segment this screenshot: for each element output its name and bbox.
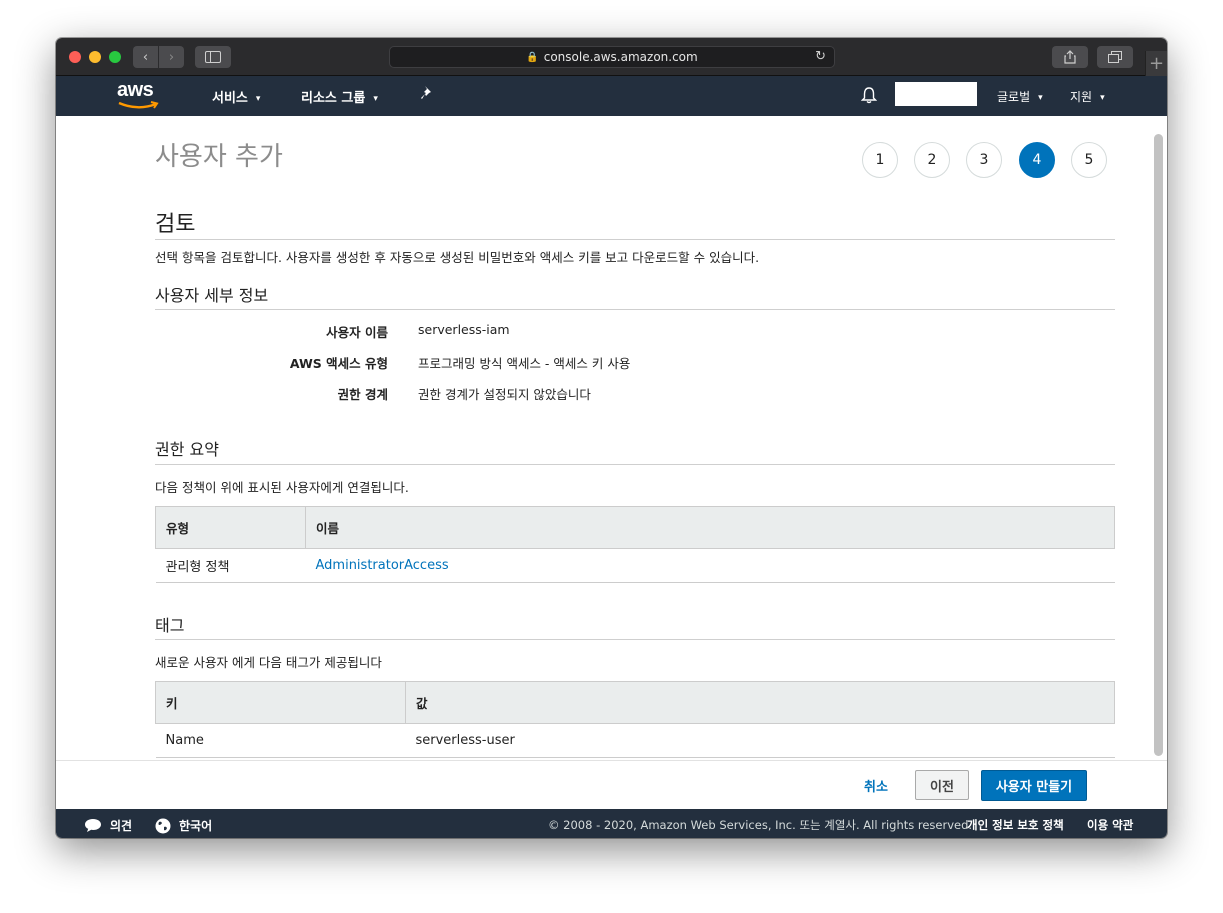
language-selector[interactable]: 한국어 [155, 817, 212, 835]
table-header-row: 유형 이름 [155, 506, 1115, 549]
user-name-value: serverless-iam [418, 322, 510, 337]
table-header-row: 키 값 [155, 681, 1115, 724]
vertical-scrollbar[interactable] [1154, 134, 1163, 756]
services-label: 서비스 [212, 91, 248, 106]
bell-icon[interactable] [860, 86, 878, 108]
globe-icon [155, 818, 171, 833]
previous-button[interactable]: 이전 [915, 770, 969, 800]
column-header-value: 값 [405, 681, 1115, 724]
review-description: 선택 항목을 검토합니다. 사용자를 생성한 후 자동으로 생성된 비밀번호와 … [155, 250, 760, 265]
browser-window: ‹ › 🔒 console.aws.amazon.com ↻ + aws 서비스… [56, 38, 1167, 838]
chevron-right-icon: › [168, 49, 175, 65]
divider [155, 464, 1115, 465]
cancel-button[interactable]: 취소 [864, 776, 888, 795]
sidebar-icon [205, 51, 221, 63]
account-menu[interactable] [895, 82, 977, 106]
permissions-table: 유형 이름 관리형 정책 AdministratorAccess [155, 506, 1115, 583]
zoom-window-button[interactable] [109, 51, 121, 63]
address-bar[interactable]: 🔒 console.aws.amazon.com ↻ [389, 46, 835, 68]
tags-description: 새로운 사용자 에게 다음 태그가 제공됩니다 [155, 655, 382, 670]
terms-of-use-link[interactable]: 이용 약관 [1087, 817, 1133, 833]
policy-link[interactable]: AdministratorAccess [316, 558, 449, 573]
tag-key-cell: Name [155, 723, 406, 758]
chevron-down-icon: ▾ [1038, 93, 1043, 103]
region-menu[interactable]: 글로벌 ▾ [997, 88, 1043, 105]
share-button[interactable] [1052, 46, 1088, 68]
chevron-down-icon: ▾ [255, 94, 261, 104]
forward-button[interactable]: › [159, 46, 184, 68]
minimize-window-button[interactable] [89, 51, 101, 63]
aws-console-nav: aws 서비스 ▾ 리소스 그룹 ▾ 글로벌 ▾ 지원 ▾ [56, 76, 1167, 116]
resource-groups-label: 리소스 그룹 [301, 91, 366, 106]
global-label: 글로벌 [997, 90, 1031, 104]
share-icon [1064, 50, 1076, 64]
back-button[interactable]: ‹ [133, 46, 158, 68]
access-type-value: 프로그래밍 방식 액세스 - 액세스 키 사용 [418, 356, 631, 371]
column-header-type: 유형 [155, 506, 306, 549]
chevron-left-icon: ‹ [142, 49, 149, 65]
table-row: Name serverless-user [155, 723, 1115, 758]
policy-name-cell: AdministratorAccess [305, 548, 1115, 583]
wizard-step-2[interactable]: 2 [914, 142, 950, 178]
main-content: 사용자 추가 1 2 3 4 5 검토 선택 항목을 검토합니다. 사용자를 생… [56, 116, 1167, 760]
aws-logo[interactable]: aws [116, 79, 160, 109]
aws-smile-icon [118, 101, 159, 109]
console-footer: 의견 한국어 © 2008 - 2020, Amazon Web Service… [56, 809, 1167, 838]
tag-value-cell: serverless-user [405, 723, 1115, 758]
chevron-down-icon: ▾ [1100, 93, 1105, 103]
privacy-policy-link[interactable]: 개인 정보 보호 정책 [967, 817, 1064, 833]
permissions-description: 다음 정책이 위에 표시된 사용자에게 연결됩니다. [155, 480, 409, 495]
access-type-label: AWS 액세스 유형 [289, 356, 388, 371]
divider [155, 309, 1115, 310]
speech-bubble-icon [85, 819, 101, 832]
support-menu[interactable]: 지원 ▾ [1070, 88, 1105, 105]
user-name-label: 사용자 이름 [326, 325, 388, 340]
plus-icon: + [1148, 53, 1165, 74]
permissions-summary-heading: 권한 요약 [155, 440, 219, 459]
tabs-icon [1108, 51, 1122, 63]
wizard-step-4[interactable]: 4 [1019, 142, 1055, 178]
permissions-boundary-value: 권한 경계가 설정되지 않았습니다 [418, 387, 591, 402]
divider [155, 639, 1115, 640]
close-window-button[interactable] [69, 51, 81, 63]
column-header-key: 키 [155, 681, 406, 724]
wizard-step-3[interactable]: 3 [966, 142, 1002, 178]
user-details-heading: 사용자 세부 정보 [155, 286, 269, 305]
permissions-boundary-label: 권한 경계 [337, 387, 388, 402]
feedback-link[interactable]: 의견 [84, 817, 132, 834]
wizard-step-5[interactable]: 5 [1071, 142, 1107, 178]
support-label: 지원 [1070, 90, 1093, 104]
lock-icon: 🔒 [526, 51, 539, 63]
pin-icon[interactable] [420, 85, 434, 105]
sidebar-toggle-button[interactable] [195, 46, 231, 68]
copyright-text: © 2008 - 2020, Amazon Web Services, Inc.… [548, 818, 973, 832]
wizard-action-bar: 취소 이전 사용자 만들기 [56, 760, 1167, 809]
tags-table: 키 값 Name serverless-user [155, 681, 1115, 758]
tab-overview-button[interactable] [1097, 46, 1133, 68]
tags-heading: 태그 [155, 616, 185, 635]
review-heading: 검토 [155, 212, 196, 237]
wizard-step-1[interactable]: 1 [862, 142, 898, 178]
services-menu[interactable]: 서비스 ▾ [212, 87, 260, 106]
chevron-down-icon: ▾ [373, 94, 378, 104]
language-label: 한국어 [179, 819, 213, 833]
column-header-name: 이름 [305, 506, 1115, 549]
feedback-label: 의견 [110, 819, 133, 833]
divider [155, 239, 1115, 240]
page-title: 사용자 추가 [155, 142, 283, 172]
reload-icon[interactable]: ↻ [815, 49, 826, 64]
browser-toolbar: ‹ › 🔒 console.aws.amazon.com ↻ + [56, 38, 1167, 76]
aws-logo-text: aws [117, 79, 154, 101]
new-tab-button[interactable]: + [1145, 51, 1167, 76]
policy-type-cell: 관리형 정책 [155, 548, 306, 583]
table-row: 관리형 정책 AdministratorAccess [155, 548, 1115, 583]
address-url: console.aws.amazon.com [543, 50, 698, 64]
resource-groups-menu[interactable]: 리소스 그룹 ▾ [301, 87, 378, 106]
create-user-button[interactable]: 사용자 만들기 [981, 770, 1087, 801]
